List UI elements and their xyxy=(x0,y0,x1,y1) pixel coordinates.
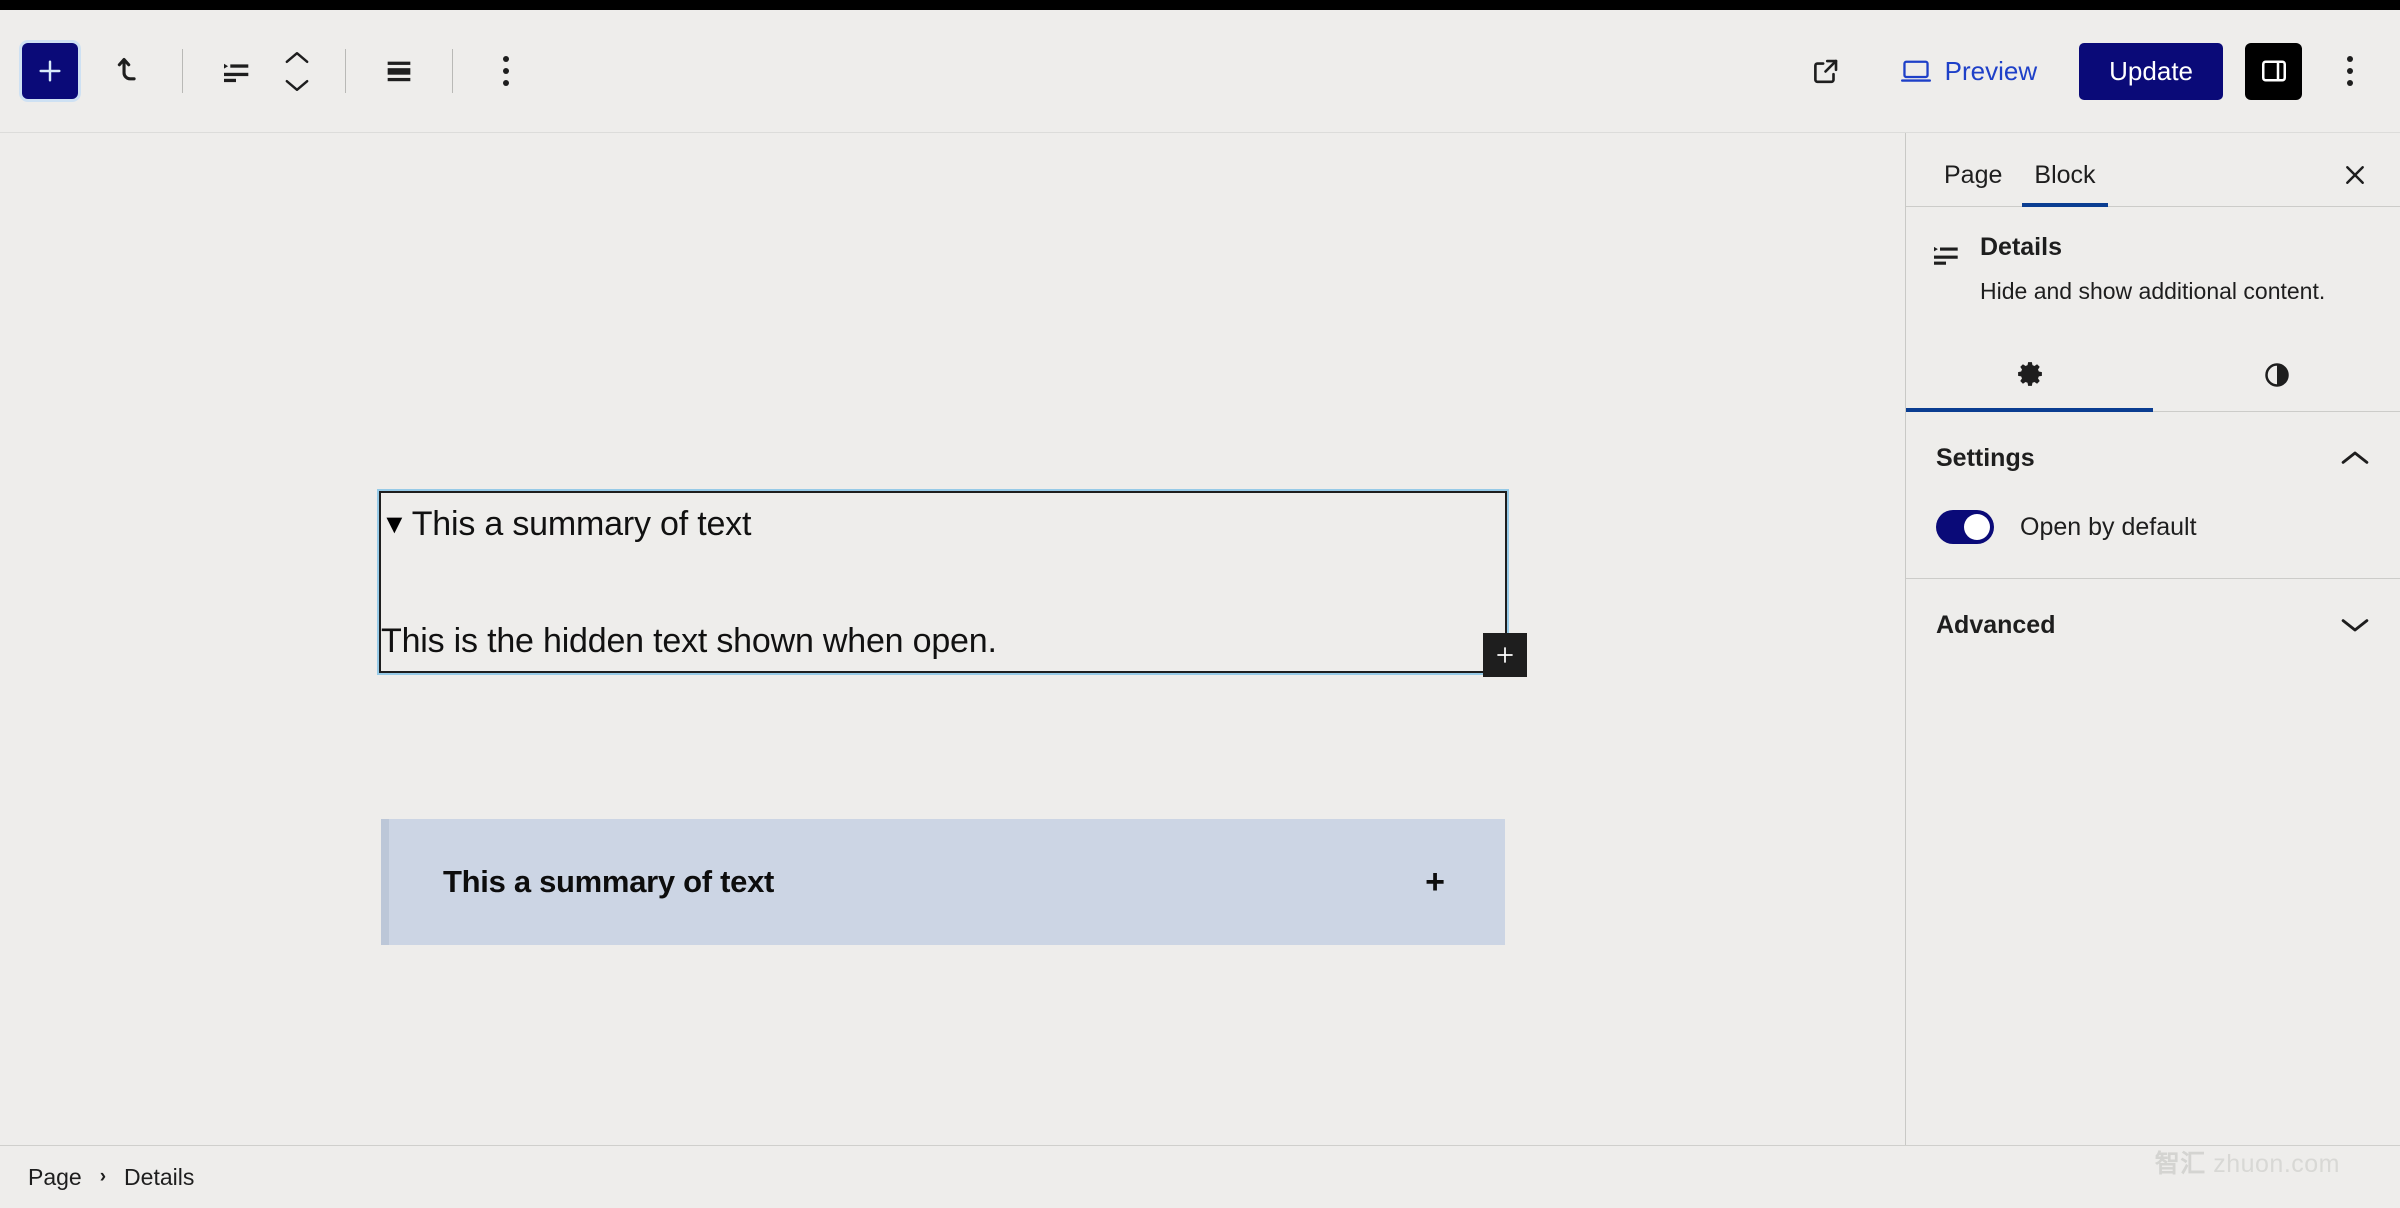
details-summary[interactable]: ▼ This a summary of text xyxy=(381,493,751,544)
toolbar-right-group: Preview Update xyxy=(1793,38,2378,104)
block-mover[interactable] xyxy=(269,38,325,104)
sidebar-icon-tabs xyxy=(1906,339,2400,413)
gear-icon xyxy=(2017,362,2042,386)
external-link-icon xyxy=(1813,59,1837,84)
details-block-styled[interactable]: This a summary of text + xyxy=(381,819,1505,945)
editor-options-button[interactable] xyxy=(2322,38,2378,104)
tab-page[interactable]: Page xyxy=(1928,161,2018,206)
admin-bar-strip xyxy=(0,0,2400,10)
section-settings-title: Settings xyxy=(1936,443,2035,472)
open-by-default-toggle[interactable] xyxy=(1936,510,1994,545)
disclosure-triangle-icon: ▼ xyxy=(381,509,408,539)
contrast-half-circle-icon xyxy=(2264,363,2289,387)
view-site-button[interactable] xyxy=(1793,38,1859,104)
editor-body: ▼ This a summary of text This is the hid… xyxy=(0,133,2400,1145)
block-info-card: Details Hide and show additional content… xyxy=(1906,207,2400,329)
details-block-selected[interactable]: ▼ This a summary of text This is the hid… xyxy=(379,491,1527,677)
open-by-default-label: Open by default xyxy=(2020,512,2197,541)
block-card-description: Hide and show additional content. xyxy=(1980,278,2326,304)
section-settings-header[interactable]: Settings xyxy=(1906,412,2400,504)
section-advanced-title: Advanced xyxy=(1936,610,2056,639)
toggle-knob xyxy=(1964,514,1990,541)
details-block-icon xyxy=(1934,246,1958,265)
editor-canvas[interactable]: ▼ This a summary of text This is the hid… xyxy=(0,133,1906,1145)
sidebar-tabs: Page Block xyxy=(1906,133,2400,207)
breadcrumb-item-page[interactable]: Page xyxy=(28,1164,82,1191)
block-card-icon-wrap xyxy=(1928,233,1980,307)
tab-block[interactable]: Block xyxy=(2018,161,2111,207)
toolbar-divider xyxy=(182,49,183,93)
align-button[interactable] xyxy=(366,38,432,104)
watermark-cjk: 智汇 xyxy=(2154,1150,2206,1178)
breadcrumb: Page › Details xyxy=(28,1164,194,1191)
block-card-title: Details xyxy=(1980,233,2062,261)
chevron-up-icon xyxy=(2341,451,2369,464)
canvas-content: ▼ This a summary of text This is the hid… xyxy=(0,133,1905,1145)
details-body-text[interactable]: This is the hidden text shown when open. xyxy=(381,622,997,661)
tab-settings[interactable] xyxy=(1906,339,2153,413)
details-block-icon xyxy=(224,63,249,83)
update-button[interactable]: Update xyxy=(2079,42,2223,100)
editor-footer: Page › Details 智汇 zhuon.com xyxy=(0,1145,2400,1208)
section-settings-chevron[interactable] xyxy=(2340,449,2370,467)
preview-label: Preview xyxy=(1944,55,2038,86)
settings-sidebar-toggle[interactable] xyxy=(2245,42,2302,100)
close-icon xyxy=(2346,166,2364,184)
chevron-up-icon xyxy=(285,51,309,63)
tab-styles[interactable] xyxy=(2153,339,2400,411)
block-appender-button[interactable] xyxy=(1483,633,1527,677)
toolbar-divider xyxy=(345,49,346,93)
settings-sidebar: Page Block Details Hide and show additio… xyxy=(1906,133,2400,1145)
block-options-button[interactable] xyxy=(473,38,539,104)
editor-app: Preview Update ▼ This a summary of text … xyxy=(0,0,2400,1208)
details-summary-text: This a summary of text xyxy=(443,864,775,899)
watermark: 智汇 zhuon.com xyxy=(2155,1144,2340,1180)
section-advanced-chevron[interactable] xyxy=(2340,616,2370,634)
undo-button[interactable] xyxy=(96,38,162,104)
block-type-button[interactable] xyxy=(203,38,269,104)
sidebar-panel-icon xyxy=(2261,60,2286,82)
open-by-default-row: Open by default xyxy=(1906,504,2400,578)
preview-button[interactable]: Preview xyxy=(1885,46,2053,97)
close-sidebar-button[interactable] xyxy=(2332,152,2378,198)
block-card-meta: Details Hide and show additional content… xyxy=(1980,233,2378,307)
chevron-down-icon xyxy=(285,79,309,91)
details-summary-text: This a summary of text xyxy=(411,505,752,543)
three-dots-vertical-icon xyxy=(503,56,509,86)
breadcrumb-separator-icon: › xyxy=(99,1166,107,1187)
plus-icon xyxy=(1497,647,1513,663)
add-block-button[interactable] xyxy=(22,43,78,99)
details-toggle-plus-icon[interactable]: + xyxy=(1425,865,1445,899)
breadcrumb-item-details[interactable]: Details xyxy=(124,1164,194,1191)
toolbar-left-group xyxy=(22,38,539,104)
desktop-icon xyxy=(1900,60,1931,82)
three-dots-vertical-icon xyxy=(2347,56,2353,86)
undo-arrow-icon xyxy=(117,57,136,81)
chevron-down-icon xyxy=(2341,619,2369,632)
align-icon xyxy=(387,61,411,82)
watermark-latin: zhuon.com xyxy=(2213,1150,2340,1178)
section-advanced-header[interactable]: Advanced xyxy=(1906,579,2400,671)
toolbar-divider xyxy=(452,49,453,93)
plus-icon xyxy=(39,60,61,82)
editor-toolbar: Preview Update xyxy=(0,10,2400,133)
